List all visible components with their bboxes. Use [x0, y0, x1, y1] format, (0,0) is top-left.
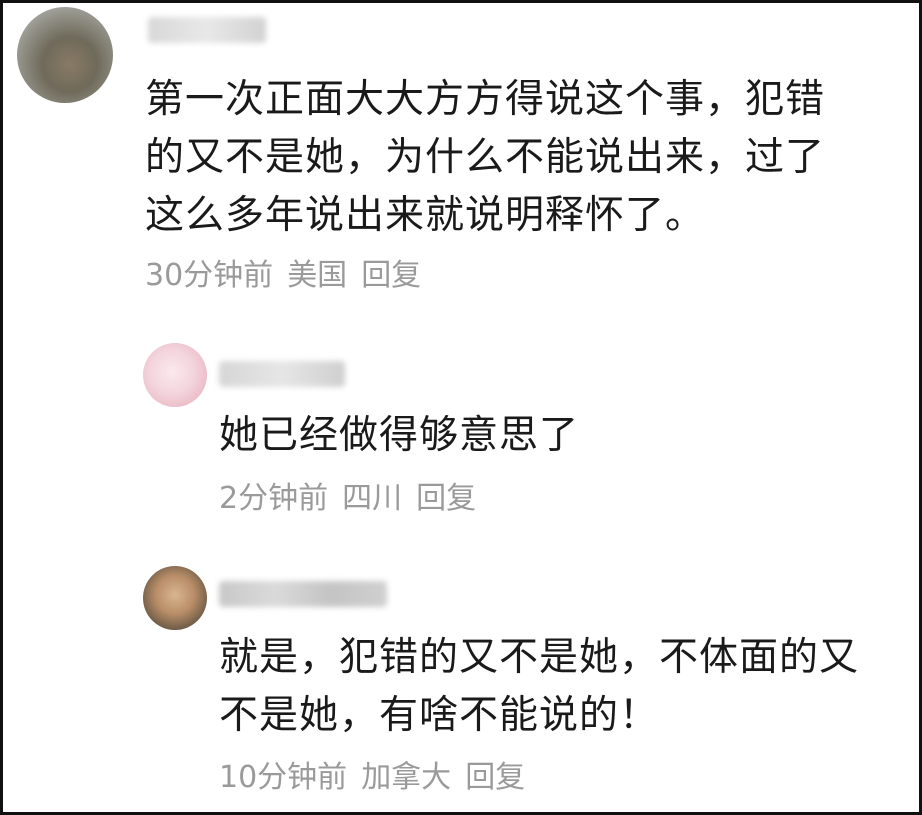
comment-meta: 10分钟前 加拿大 回复	[219, 760, 539, 796]
reply-button[interactable]: 回复	[465, 760, 525, 795]
comment-text: 她已经做得够意思了	[219, 413, 580, 458]
username-blurred[interactable]	[148, 17, 266, 43]
avatar[interactable]	[143, 566, 207, 630]
reply-button[interactable]: 回复	[361, 258, 421, 293]
comment-meta: 2分钟前 四川 回复	[219, 481, 490, 517]
comment-location: 四川	[342, 481, 403, 516]
username-blurred[interactable]	[219, 361, 345, 387]
comment-time: 30分钟前	[145, 258, 274, 293]
username-blurred[interactable]	[219, 581, 387, 607]
comment-thread-frame: 第一次正面大大方方得说这个事，犯错 的又不是她，为什么不能说出来，过了 这么多年…	[0, 0, 922, 815]
comment-text: 就是，犯错的又不是她，不体面的又 不是她，有啥不能说的！	[219, 635, 860, 738]
comment-text: 第一次正面大大方方得说这个事，犯错 的又不是她，为什么不能说出来，过了 这么多年…	[145, 77, 826, 238]
reply-button[interactable]: 回复	[416, 481, 476, 516]
comment-time: 10分钟前	[219, 760, 348, 795]
comment-location: 加拿大	[361, 760, 452, 795]
comment-meta: 30分钟前 美国 回复	[145, 258, 435, 294]
comment-location: 美国	[287, 258, 348, 293]
comment-time: 2分钟前	[219, 481, 329, 516]
avatar[interactable]	[143, 343, 207, 407]
avatar[interactable]	[17, 7, 113, 103]
